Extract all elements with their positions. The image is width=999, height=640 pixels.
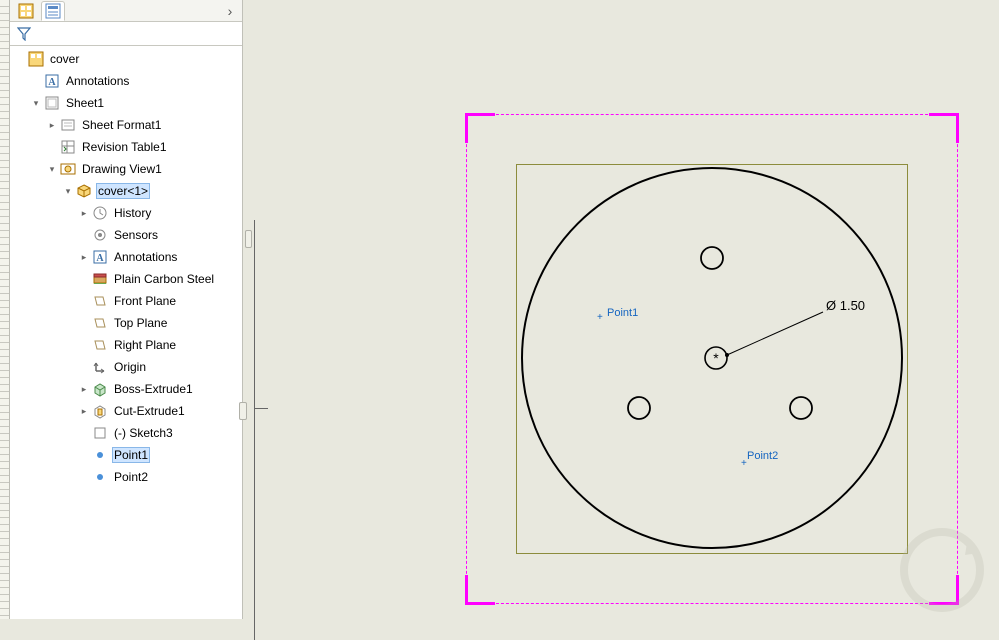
- selection-corner-tr: [929, 113, 959, 143]
- tree-history[interactable]: ▸ History: [10, 202, 242, 224]
- point1-label[interactable]: Point1: [607, 307, 638, 319]
- tree-label: Sheet1: [64, 95, 106, 111]
- tree-label: Origin: [112, 359, 148, 375]
- tree-label: Right Plane: [112, 337, 178, 353]
- material-icon: [91, 270, 109, 288]
- splitter-handle-2[interactable]: [245, 230, 252, 248]
- tree-label: Annotations: [64, 73, 131, 89]
- tree-label: Top Plane: [112, 315, 169, 331]
- tree-boss-extrude[interactable]: ▸ Boss-Extrude1: [10, 378, 242, 400]
- tree-label: (-) Sketch3: [112, 425, 175, 441]
- drawing-doc-icon: [27, 50, 45, 68]
- svg-text:A: A: [96, 253, 104, 264]
- extrude-icon: [91, 380, 109, 398]
- origin-icon: [91, 358, 109, 376]
- tab-property-manager[interactable]: [41, 1, 65, 21]
- tree-revision-table[interactable]: ▶ Revision Table1: [10, 136, 242, 158]
- tree-label: Point2: [112, 469, 150, 485]
- panel-tabs: ›: [10, 0, 242, 22]
- plane-icon: [91, 336, 109, 354]
- sheet-icon: [43, 94, 61, 112]
- tree-sheet1[interactable]: ▾ Sheet1: [10, 92, 242, 114]
- tree-label: cover<1>: [96, 183, 150, 199]
- drawing-view-icon: [59, 160, 77, 178]
- filter-icon[interactable]: [14, 27, 34, 41]
- tree-label: Cut-Extrude1: [112, 403, 187, 419]
- svg-text:A: A: [48, 77, 56, 88]
- drawing-canvas[interactable]: * Ø 1.50 + Point1 + Point2: [243, 0, 999, 619]
- selection-corner-tl: [465, 113, 495, 143]
- tree-label: Sensors: [112, 227, 160, 243]
- expand-arrow-icon[interactable]: ▸: [78, 251, 90, 263]
- tree-label: Boss-Extrude1: [112, 381, 195, 397]
- feature-tree-icon: [18, 3, 34, 19]
- tree-top-plane[interactable]: ▶ Top Plane: [10, 312, 242, 334]
- expand-arrow-icon[interactable]: ▸: [78, 405, 90, 417]
- splitter-handle[interactable]: [239, 402, 247, 420]
- tree-material[interactable]: ▶ Plain Carbon Steel: [10, 268, 242, 290]
- tree-label: Sheet Format1: [80, 117, 163, 133]
- point2-marker-icon: +: [741, 458, 747, 469]
- expand-arrow-icon[interactable]: ▾: [30, 97, 42, 109]
- property-manager-icon: [45, 3, 61, 19]
- point-icon: [91, 446, 109, 464]
- tree-right-plane[interactable]: ▶ Right Plane: [10, 334, 242, 356]
- tree-label: Revision Table1: [80, 139, 169, 155]
- sketch-icon: [91, 424, 109, 442]
- tree-origin[interactable]: ▶ Origin: [10, 356, 242, 378]
- sheet-edge-tick: [254, 408, 268, 409]
- point2-label[interactable]: Point2: [747, 450, 778, 462]
- tree-annotations-2[interactable]: ▸ A Annotations: [10, 246, 242, 268]
- sensors-icon: [91, 226, 109, 244]
- point1-marker-icon: +: [597, 312, 603, 323]
- tree-point2[interactable]: ▶ Point2: [10, 466, 242, 488]
- selection-corner-bl: [465, 575, 495, 605]
- tree-sketch3[interactable]: ▶ (-) Sketch3: [10, 422, 242, 444]
- tree-label: Drawing View1: [80, 161, 164, 177]
- tree-sheet-format[interactable]: ▸ Sheet Format1: [10, 114, 242, 136]
- tree-cut-extrude[interactable]: ▸ Cut-Extrude1: [10, 400, 242, 422]
- part-icon: [75, 182, 93, 200]
- tree-label: History: [112, 205, 153, 221]
- tree-point1[interactable]: ▶ Point1: [10, 444, 242, 466]
- expand-arrow-icon[interactable]: ▸: [78, 383, 90, 395]
- sheet-format-icon: [59, 116, 77, 134]
- feature-manager-panel: › ▶ cover ▶ A Annotations ▾ Sheet1: [10, 0, 243, 619]
- feature-tree[interactable]: ▶ cover ▶ A Annotations ▾ Sheet1 ▸: [10, 46, 242, 619]
- view-bounding-box: [516, 164, 908, 554]
- tree-label: Point1: [112, 447, 150, 463]
- plane-icon: [91, 314, 109, 332]
- tree-label: cover: [48, 51, 81, 67]
- dimension-label[interactable]: Ø 1.50: [826, 298, 865, 313]
- annotations-icon: A: [43, 72, 61, 90]
- tree-root[interactable]: ▶ cover: [10, 48, 242, 70]
- point-icon: [91, 468, 109, 486]
- filter-bar: [10, 22, 242, 46]
- orientation-triad-icon: [897, 525, 987, 615]
- tree-drawing-view[interactable]: ▾ Drawing View1: [10, 158, 242, 180]
- cut-extrude-icon: [91, 402, 109, 420]
- panel-overflow-chevron-icon[interactable]: ›: [222, 3, 238, 19]
- expand-arrow-icon[interactable]: ▾: [46, 163, 58, 175]
- dimension-text: Ø 1.50: [826, 298, 865, 313]
- tree-cover-part[interactable]: ▾ cover<1>: [10, 180, 242, 202]
- sheet-edge-line: [254, 220, 255, 640]
- tree-label: Annotations: [112, 249, 179, 265]
- expand-arrow-icon[interactable]: ▸: [78, 207, 90, 219]
- tree-sensors[interactable]: ▶ Sensors: [10, 224, 242, 246]
- tree-label: Front Plane: [112, 293, 178, 309]
- tab-feature-tree[interactable]: [14, 1, 38, 21]
- history-icon: [91, 204, 109, 222]
- plane-icon: [91, 292, 109, 310]
- vertical-ruler: [0, 0, 10, 619]
- tree-label: Plain Carbon Steel: [112, 271, 216, 287]
- expand-arrow-icon[interactable]: ▾: [62, 185, 74, 197]
- expand-arrow-icon[interactable]: ▸: [46, 119, 58, 131]
- tree-annotations[interactable]: ▶ A Annotations: [10, 70, 242, 92]
- tree-front-plane[interactable]: ▶ Front Plane: [10, 290, 242, 312]
- annotations-icon: A: [91, 248, 109, 266]
- revision-table-icon: [59, 138, 77, 156]
